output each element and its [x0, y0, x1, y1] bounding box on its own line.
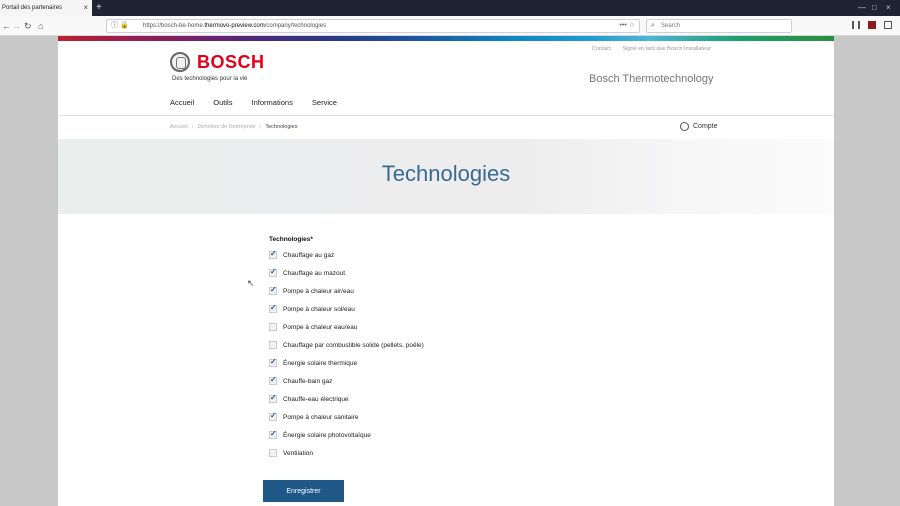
- division-name: Bosch Thermotechnology: [589, 73, 714, 85]
- account-link[interactable]: Compte: [680, 122, 718, 131]
- technology-options: Chauffage au gaz Chauffage au mazout Pompe…: [269, 249, 424, 467]
- checkbox-checked[interactable]: [269, 393, 277, 403]
- technology-option[interactable]: Pompe à chaleur sol/eau: [269, 303, 355, 323]
- technology-option-label: Chauffage au mazout: [283, 270, 346, 277]
- brand-wordmark: BOSCH: [197, 52, 265, 72]
- breadcrumb-separator: ›: [259, 124, 262, 130]
- technology-option[interactable]: Pompe à chaleur eau/eau: [269, 323, 357, 341]
- tab-close-icon[interactable]: ×: [83, 3, 88, 13]
- nav-item-outils[interactable]: Outils: [213, 98, 232, 107]
- library-icon[interactable]: [852, 21, 860, 29]
- new-tab-icon[interactable]: +: [96, 2, 102, 14]
- checkbox-checked[interactable]: [269, 267, 277, 277]
- tab-title: Portail des partenaires: [2, 5, 63, 11]
- hero-banner: Technologies: [58, 139, 834, 214]
- brand-color-band: [58, 36, 834, 41]
- sidebar-icon[interactable]: [884, 21, 892, 29]
- save-button[interactable]: Enregistrer: [263, 480, 344, 502]
- page-title: Technologies: [381, 161, 511, 186]
- forward-icon[interactable]: →: [12, 19, 21, 33]
- url-text: https://bosch-be-home.thermovo-preview.c…: [143, 23, 327, 29]
- extension-icon[interactable]: [868, 21, 876, 29]
- reload-icon[interactable]: ↻: [24, 19, 32, 33]
- technology-option-label: Chauffe-eau électrique: [283, 396, 349, 403]
- lock-icon: 🔒: [119, 22, 129, 29]
- main-navigation: Accueil Outils Informations Service: [170, 98, 354, 107]
- nav-item-informations[interactable]: Informations: [252, 98, 293, 107]
- home-icon[interactable]: ⌂: [38, 19, 43, 33]
- nav-item-service[interactable]: Service: [312, 98, 337, 107]
- technology-option-label: Pompe à chaleur air/eau: [283, 288, 354, 295]
- close-window-icon[interactable]: ×: [886, 2, 891, 14]
- address-bar[interactable]: ⓘ 🔒 https://bosch-be-home.thermovo-previ…: [106, 19, 640, 33]
- technology-option-label: Pompe à chaleur eau/eau: [283, 324, 358, 331]
- brand-tagline: Des technologies pour la vie: [172, 76, 248, 82]
- checkbox-unchecked[interactable]: [269, 449, 277, 457]
- technology-option-label: Pompe à chaleur sanitaire: [283, 414, 359, 421]
- search-input[interactable]: ⌕ Search: [646, 19, 792, 33]
- minimize-icon[interactable]: —: [858, 2, 866, 14]
- checkbox-checked[interactable]: [269, 411, 277, 421]
- checkbox-checked[interactable]: [269, 249, 277, 259]
- breadcrumb-company-data[interactable]: Données de l'entreprise: [198, 124, 256, 130]
- checkbox-checked[interactable]: [269, 357, 277, 367]
- web-page: Contact Signé en tant que Bosch Installa…: [58, 36, 834, 506]
- nav-item-accueil[interactable]: Accueil: [170, 98, 194, 107]
- page-actions-menu-icon[interactable]: •••: [619, 22, 626, 29]
- site-info-icon[interactable]: ⓘ 🔒: [111, 21, 129, 31]
- search-placeholder: Search: [661, 23, 681, 29]
- technologies-form: Technologies* Chauffage au gazChauffage …: [269, 236, 424, 467]
- breadcrumb-bar: Accueil › Données de l'entreprise › Technolo…: [58, 115, 834, 139]
- checkbox-checked[interactable]: [269, 429, 277, 439]
- maximize-icon[interactable]: □: [872, 2, 877, 14]
- account-label: Compte: [693, 123, 718, 130]
- checkbox-checked[interactable]: [269, 285, 277, 295]
- technology-option-label: Chauffage par combustible solide (pellet…: [283, 342, 424, 349]
- technology-option-label: Chauffage au gaz: [283, 252, 335, 259]
- technologies-label: Technologies*: [269, 236, 313, 243]
- checkbox-checked[interactable]: [269, 375, 277, 385]
- technology-option-label: Énergie solaire photovoltaïque: [283, 432, 371, 439]
- mouse-cursor-icon: ↖: [247, 278, 255, 288]
- back-icon[interactable]: ←: [2, 19, 11, 33]
- technology-option-label: Pompe à chaleur sol/eau: [283, 306, 355, 313]
- checkbox-unchecked[interactable]: [269, 323, 277, 331]
- browser-tab[interactable]: Portail des partenaires ×: [0, 0, 92, 16]
- breadcrumb-accueil[interactable]: Accueil: [170, 124, 188, 130]
- signed-in-link[interactable]: Signé en tant que Bosch Installateur: [623, 46, 711, 52]
- page-actions: ••• ☆: [619, 21, 635, 31]
- checkbox-checked[interactable]: [269, 303, 277, 313]
- bosch-armature-icon: [170, 52, 190, 72]
- search-icon: ⌕: [651, 22, 655, 29]
- breadcrumb-current: Technologies: [265, 124, 298, 130]
- user-icon: [680, 122, 689, 131]
- technology-option[interactable]: Énergie solaire photovoltaïque: [269, 429, 371, 449]
- breadcrumb: Accueil › Données de l'entreprise › Technolo…: [170, 124, 297, 130]
- bookmark-star-icon[interactable]: ☆: [629, 22, 635, 29]
- contact-link[interactable]: Contact: [592, 46, 611, 52]
- checkbox-unchecked[interactable]: [269, 341, 277, 349]
- browser-tab-bar: Portail des partenaires × + — □ ×: [0, 0, 900, 16]
- technology-option-label: Chauffe-bain gaz: [283, 378, 333, 385]
- breadcrumb-separator: ›: [191, 124, 194, 130]
- technology-option-label: Ventilation: [283, 450, 313, 457]
- browser-nav-bar: ← → ↻ ⌂ ⓘ 🔒 https://bosch-be-home.thermo…: [0, 16, 900, 36]
- top-links: Contact Signé en tant que Bosch Installa…: [592, 46, 721, 52]
- technology-option-label: Énergie solaire thermique: [283, 360, 358, 367]
- technology-option[interactable]: Ventilation: [269, 449, 313, 467]
